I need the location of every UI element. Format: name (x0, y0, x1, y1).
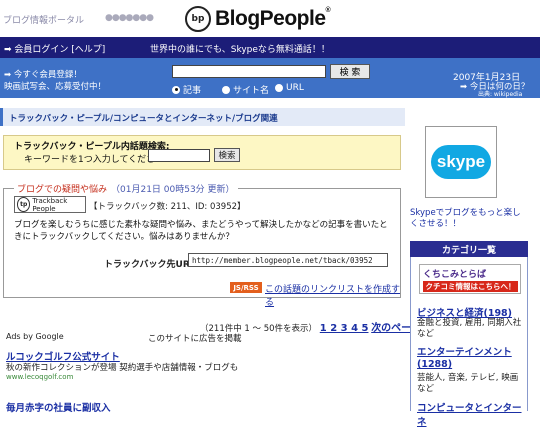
ad-description: 秋の新作コレクションが登場 契約選手や店舗情報・ブログも (6, 363, 239, 373)
trackback-count: 【トラックバック数: 211、ID: 03952】 (89, 202, 246, 212)
category-link-entertainment[interactable]: エンターテインメント(1288) (417, 347, 525, 371)
member-login-link[interactable]: ➡ 会員ログイン [ヘルプ] (4, 42, 105, 55)
decor-dots: ●●●●●●● (105, 13, 154, 23)
trackback-url-field[interactable]: http://member.blogpeople.net/tback/03952 (188, 253, 388, 267)
category-link-business[interactable]: ビジネスと経済(198) (417, 305, 512, 319)
search-button[interactable]: 検 索 (330, 64, 370, 79)
topic-card: ブログでの疑問や悩み （01月21日 00時53分 更新） tp Trackback… (3, 182, 401, 308)
pager-pages[interactable]: 1 2 3 4 5 (320, 323, 369, 334)
category-link-computers[interactable]: コンピュータとインターネ (417, 400, 527, 428)
logo-mark-icon: bp (185, 6, 211, 32)
keyword-search-button[interactable]: 検索 (214, 148, 240, 162)
radio-icon (275, 84, 283, 92)
search-input[interactable] (172, 65, 326, 78)
source-label: 出典: wikipedia (478, 91, 523, 98)
ads-by-google[interactable]: Ads by Google (6, 332, 64, 341)
top-bar: ➡ 会員ログイン [ヘルプ] 世界中の誰にでも、Skypeなら無料通話！！ (0, 37, 540, 58)
topic-title[interactable]: ブログでの疑問や悩み （01月21日 00時53分 更新） (14, 182, 238, 195)
kuchikomi-title: くちこみとらば (423, 270, 487, 280)
create-linklist-link[interactable]: この話題のリンクリストを作成する (265, 282, 400, 308)
radio-article[interactable]: 記事 (172, 83, 201, 96)
skype-logo-icon: skype (431, 145, 491, 179)
topic-search-prompt: キーワードを1つ入力してください: (24, 155, 168, 165)
preview-link[interactable]: 映画試写会、応募受付中！ (4, 80, 106, 92)
search-bar: ➡ 今すぐ会員登録！ 映画試写会、応募受付中！ 検 索 記事 サイト名 URL … (0, 58, 540, 98)
keyword-input[interactable] (148, 149, 210, 162)
logo-text: BlogPeople® (215, 7, 331, 30)
ad-title[interactable]: 毎月赤字の社員に副収入 (6, 400, 111, 414)
kuchikomi-banner[interactable]: くちこみとらば クチコミ情報はこちらへ！ (419, 264, 521, 294)
advertise-link[interactable]: このサイトに広告を掲載 (148, 332, 242, 344)
skype-banner[interactable]: skype (425, 126, 497, 198)
tp-logo-icon: tp (17, 197, 31, 212)
site-header: ブログ情報ポータル ●●●●●●● bp BlogPeople® (0, 0, 540, 37)
category-desc: 芸能人, 音楽, テレビ, 映画など (417, 373, 519, 394)
topic-updated: （01月21日 00時53分 更新） (111, 185, 235, 195)
kuchikomi-subtitle: クチコミ情報はこちらへ！ (423, 281, 518, 292)
site-tagline: ブログ情報ポータル (3, 16, 85, 26)
ad-url[interactable]: www.lecoqgolf.com (6, 373, 73, 381)
skype-caption-link[interactable]: Skypeでブログをもっと楽しくさせる！！ (410, 208, 526, 230)
register-link[interactable]: ➡ 今すぐ会員登録！ (4, 68, 82, 80)
blogpeople-logo[interactable]: bp BlogPeople® (185, 6, 331, 32)
radio-url[interactable]: URL (275, 83, 304, 93)
topic-search-title: トラックバック・ピープル内話題検索: (14, 142, 170, 152)
topic-search-box: トラックバック・ピープル内話題検索: キーワードを1つ入力してください: 検索 (3, 135, 401, 170)
category-desc: 金融と投資, 雇用, 同期入社など (417, 318, 522, 339)
jsrss-button[interactable]: JS/RSS (230, 282, 262, 293)
category-list: くちこみとらば クチコミ情報はこちらへ！ ビジネスと経済(198) 金融と投資,… (410, 257, 528, 428)
radio-icon (222, 85, 230, 94)
category-header: カテゴリ一覧 (410, 241, 528, 257)
topic-description: ブログを楽しむうちに感じた素朴な疑問や悩み、またどうやって解決したかなどの記事を… (14, 220, 388, 242)
trackback-url-label: トラックバック先URL: (104, 260, 200, 270)
trackback-people-badge: tp Trackback People (14, 196, 86, 213)
skype-ad-link[interactable]: 世界中の誰にでも、Skypeなら無料通話！！ (150, 42, 330, 55)
radio-site-name[interactable]: サイト名 (222, 83, 269, 96)
breadcrumb[interactable]: トラックバック・ピープル/コンピュータとインターネット/ブログ関連 (0, 108, 405, 126)
radio-selected-icon (172, 85, 180, 94)
